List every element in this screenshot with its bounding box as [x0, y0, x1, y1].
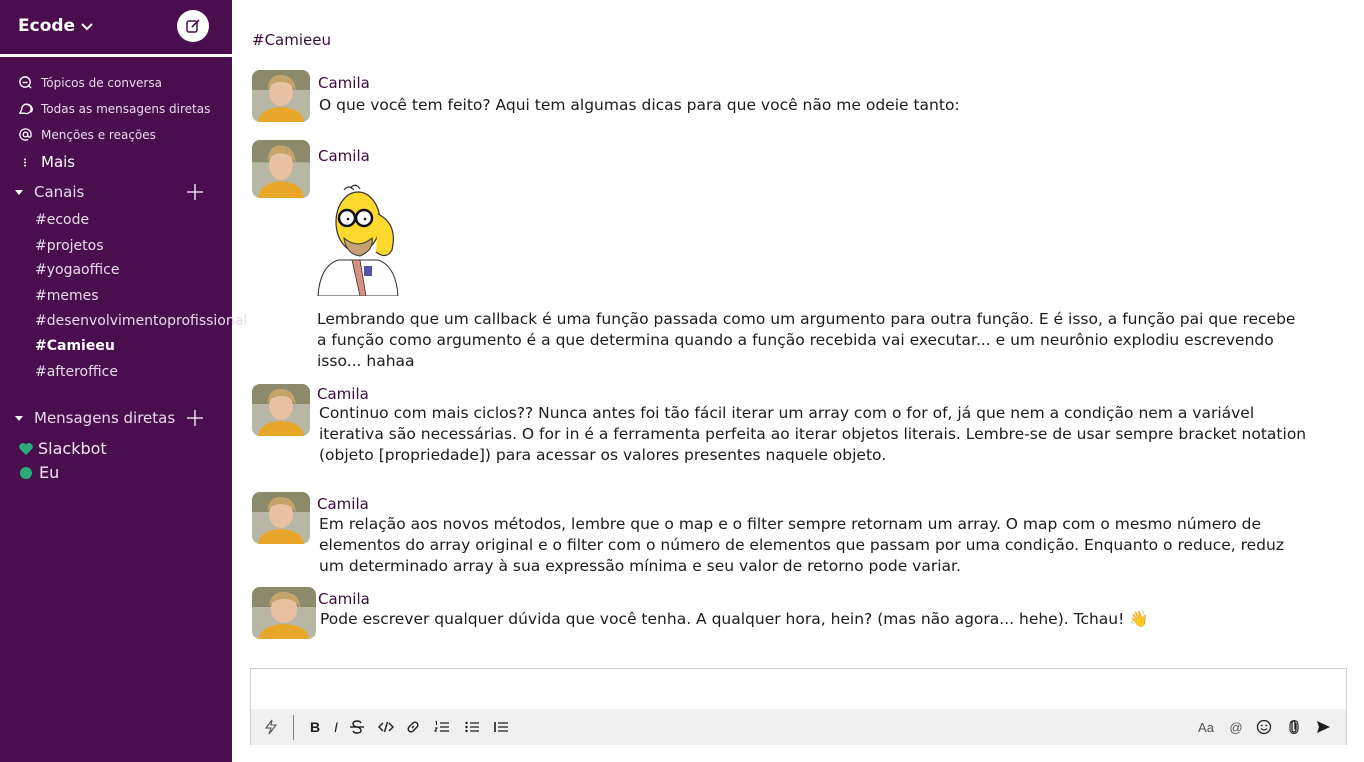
- sidebar-divider: [0, 54, 232, 57]
- strikethrough-icon: [350, 720, 364, 734]
- channel-item-afteroffice[interactable]: #afteroffice: [35, 364, 118, 380]
- toolbar-divider: [293, 715, 294, 740]
- dm-item-eu[interactable]: Eu: [18, 463, 59, 482]
- avatar[interactable]: [252, 492, 310, 544]
- message-text: Pode escrever qualquer dúvida que você t…: [320, 610, 1149, 628]
- compose-button[interactable]: [177, 10, 209, 42]
- message-author[interactable]: Camila: [317, 495, 369, 513]
- paperclip-icon: [1289, 719, 1299, 735]
- at-icon: [19, 128, 32, 141]
- channel-item-desenvolvimentoprofissional[interactable]: #desenvolvimentoprofissional: [35, 313, 247, 329]
- dms-section-title[interactable]: Mensagens diretas: [34, 409, 175, 427]
- blockquote-button[interactable]: [491, 717, 511, 737]
- workspace-menu[interactable]: Ecode: [18, 16, 95, 36]
- dm-item-label: Slackbot: [38, 439, 107, 458]
- user-photo-icon: [252, 587, 316, 639]
- link-button[interactable]: [403, 717, 423, 737]
- sidebar: Ecode Tópicos de conversa Todas as mensa…: [0, 0, 247, 762]
- attach-button[interactable]: [1284, 717, 1304, 737]
- strikethrough-button[interactable]: [347, 717, 367, 737]
- threads-icon: [19, 76, 32, 89]
- channels-section-title[interactable]: Canais: [34, 183, 84, 201]
- bullet-list-icon: [465, 721, 479, 733]
- message-author[interactable]: Camila: [318, 74, 370, 92]
- nav-threads[interactable]: Tópicos de conversa: [18, 75, 162, 90]
- italic-button[interactable]: I: [326, 717, 346, 737]
- channel-item-camieeu[interactable]: #Camieeu: [35, 338, 115, 354]
- channel-item-yogaoffice[interactable]: #yogaoffice: [35, 262, 119, 278]
- message-text: Em relação aos novos métodos, lembre que…: [319, 515, 1284, 575]
- avatar[interactable]: [252, 384, 310, 436]
- send-button[interactable]: [1313, 717, 1333, 737]
- user-photo-icon: [252, 140, 310, 198]
- code-icon: [378, 721, 394, 733]
- send-icon: [1317, 721, 1330, 733]
- caret-down-icon[interactable]: [14, 413, 24, 423]
- channels-section-header: Canais: [14, 183, 220, 201]
- nav-more[interactable]: Mais: [20, 153, 75, 171]
- nav-threads-label: Tópicos de conversa: [41, 75, 162, 90]
- ordered-list-button[interactable]: [432, 717, 452, 737]
- avatar[interactable]: [252, 70, 310, 122]
- emoji-icon: [1256, 719, 1272, 735]
- lightning-icon: [264, 719, 278, 735]
- channel-item-projetos[interactable]: #projetos: [35, 238, 103, 254]
- shortcuts-button[interactable]: [261, 717, 281, 737]
- format-toggle-button[interactable]: Aa: [1195, 717, 1217, 737]
- message-text: Lembrando que um callback é uma função p…: [317, 310, 1296, 370]
- heart-icon: [19, 442, 33, 455]
- channel-item-ecode[interactable]: #ecode: [35, 212, 89, 228]
- nav-all-dms[interactable]: Todas as mensagens diretas: [18, 101, 210, 116]
- presence-dot-icon: [20, 466, 32, 479]
- dms-icon: [18, 103, 33, 115]
- more-vertical-icon: [24, 157, 26, 167]
- compose-icon: [186, 19, 200, 33]
- code-button[interactable]: [376, 717, 396, 737]
- ordered-list-icon: [434, 720, 449, 732]
- add-dm-icon[interactable]: [186, 409, 204, 427]
- dm-item-slackbot[interactable]: Slackbot: [18, 439, 107, 458]
- channel-item-memes[interactable]: #memes: [35, 288, 99, 304]
- nav-mentions-label: Menções e reações: [41, 127, 156, 142]
- dm-item-label: Eu: [39, 463, 60, 482]
- avatar[interactable]: [252, 587, 316, 639]
- channel-title: #Camieeu: [252, 31, 331, 49]
- bold-button[interactable]: B: [305, 717, 325, 737]
- dms-section-header: Mensagens diretas: [14, 409, 220, 427]
- link-icon: [407, 721, 419, 733]
- mention-button[interactable]: @: [1226, 717, 1246, 737]
- add-channel-icon[interactable]: [186, 183, 204, 201]
- message-author[interactable]: Camila: [318, 590, 370, 608]
- message-author[interactable]: Camila: [317, 385, 369, 403]
- message-text: Continuo com mais ciclos?? Nunca antes f…: [319, 404, 1307, 464]
- bullet-list-button[interactable]: [462, 717, 482, 737]
- avatar[interactable]: [252, 140, 310, 198]
- composer-toolbar: B I Aa @: [251, 709, 1346, 745]
- message-input[interactable]: [251, 669, 1346, 709]
- chevron-down-icon: [81, 23, 93, 31]
- homer-thinking-sticker: [317, 184, 399, 296]
- nav-more-label: Mais: [41, 153, 76, 171]
- emoji-button[interactable]: [1254, 717, 1274, 737]
- user-photo-icon: [252, 492, 310, 544]
- user-photo-icon: [252, 70, 310, 122]
- message-text: O que você tem feito? Aqui tem algumas d…: [319, 96, 960, 114]
- message-composer: B I Aa @: [250, 668, 1347, 745]
- caret-down-icon[interactable]: [14, 187, 24, 197]
- user-photo-icon: [252, 384, 310, 436]
- blockquote-icon: [494, 722, 508, 732]
- workspace-header: Ecode: [0, 0, 232, 54]
- nav-all-dms-label: Todas as mensagens diretas: [41, 101, 211, 116]
- nav-mentions[interactable]: Menções e reações: [18, 127, 156, 142]
- message-author[interactable]: Camila: [318, 147, 370, 165]
- workspace-name: Ecode: [18, 16, 76, 36]
